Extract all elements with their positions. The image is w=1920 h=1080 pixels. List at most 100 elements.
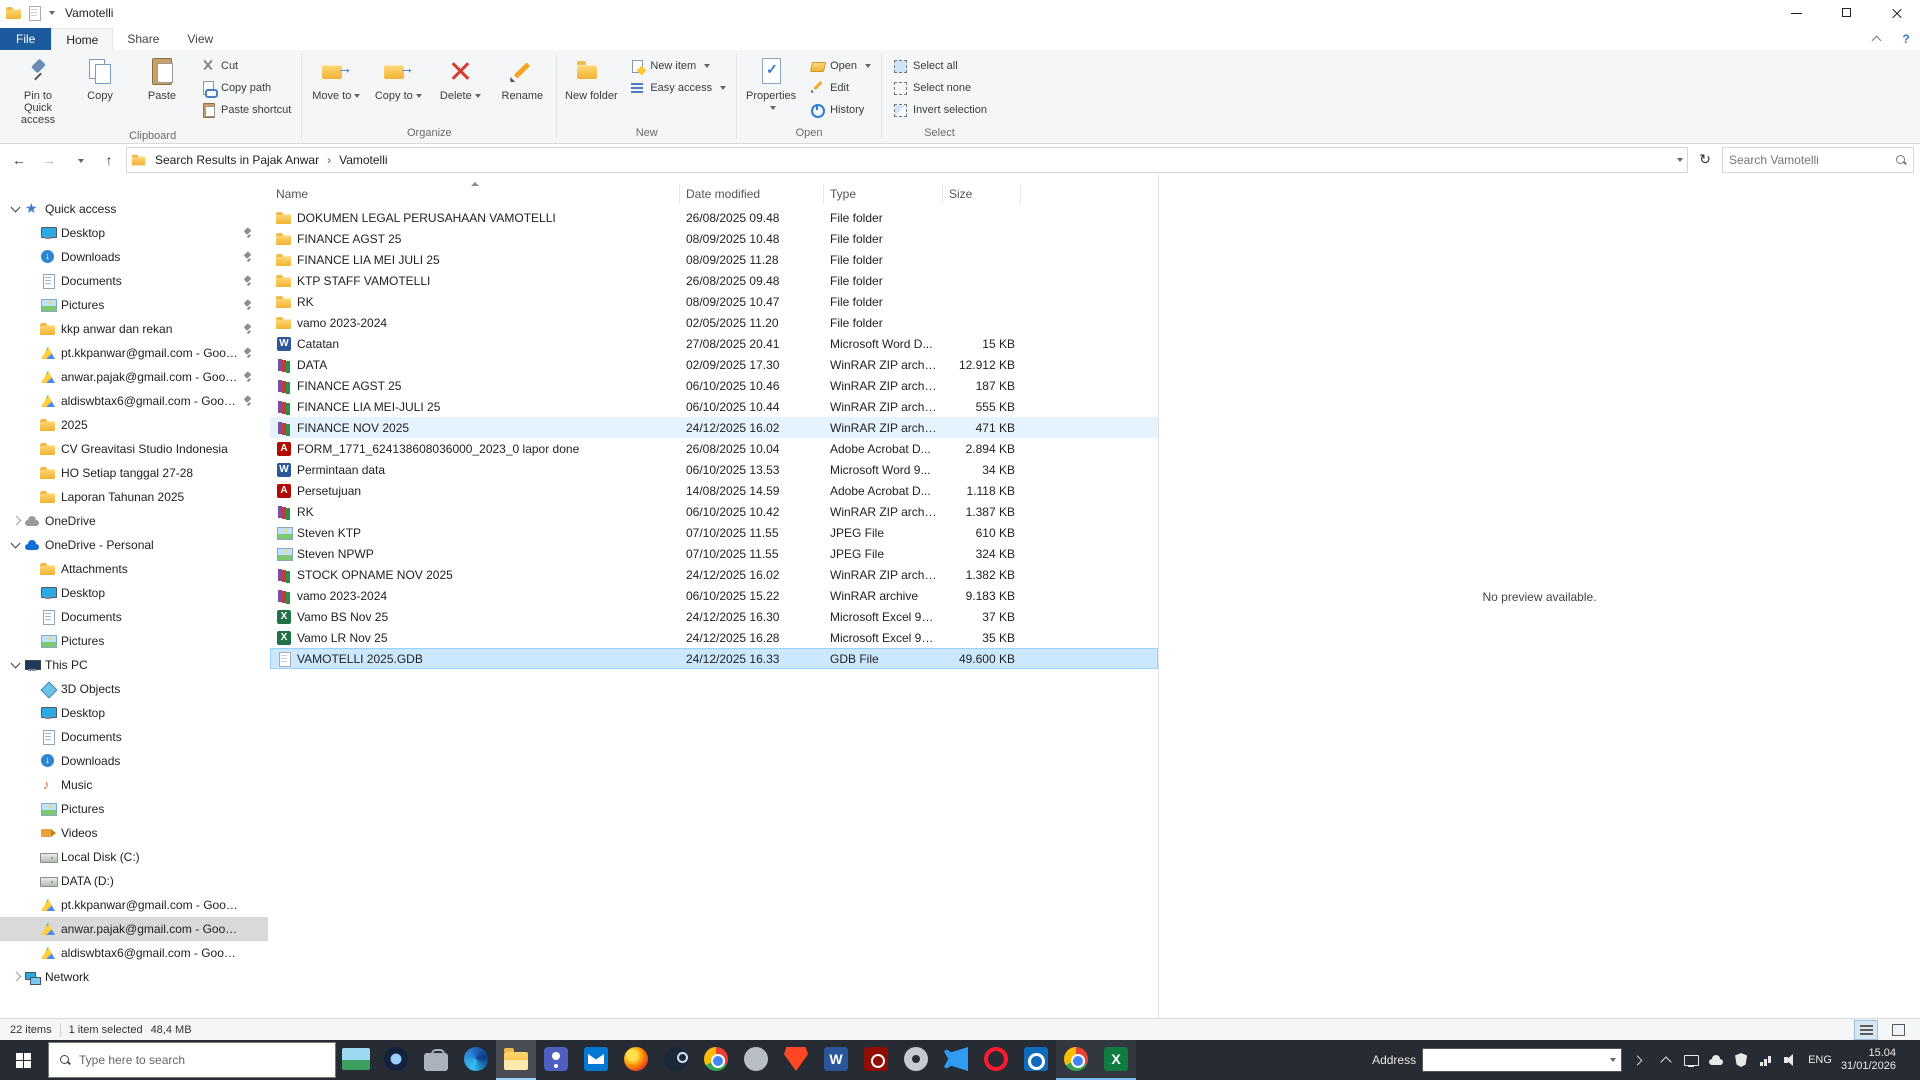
sidebar-item-pictures[interactable]: Pictures [0, 629, 268, 653]
address-bar[interactable]: Search Results in Pajak Anwar › Vamotell… [126, 147, 1688, 173]
sidebar-item-onedrive-personal[interactable]: OneDrive - Personal [0, 533, 268, 557]
column-header-type[interactable]: Type [824, 184, 943, 204]
open-button[interactable]: Open [803, 55, 877, 76]
quick-access-toolbar-button[interactable] [26, 5, 42, 21]
file-row[interactable]: RK 08/09/2025 10.47 File folder [270, 291, 1158, 312]
expander-icon[interactable] [24, 777, 40, 793]
address-dropdown-icon[interactable] [1677, 158, 1683, 162]
breadcrumb-segment-current[interactable]: Vamotelli [335, 153, 391, 167]
sidebar-item-2025[interactable]: 2025 [0, 413, 268, 437]
sidebar-item-desktop[interactable]: Desktop [0, 221, 268, 245]
expander-icon[interactable] [24, 585, 40, 601]
file-row[interactable]: Vamo BS Nov 25 24/12/2025 16.30 Microsof… [270, 606, 1158, 627]
expander-icon[interactable] [24, 465, 40, 481]
invert-selection-button[interactable]: Invert selection [886, 99, 993, 120]
tab-view[interactable]: View [173, 28, 227, 50]
minimize-button[interactable] [1774, 0, 1820, 26]
taskbar-app-button-microsoft-store[interactable] [416, 1040, 456, 1080]
expander-icon[interactable] [24, 633, 40, 649]
taskbar-app-button-opera[interactable] [976, 1040, 1016, 1080]
forward-button[interactable]: → [36, 148, 62, 172]
taskbar-search[interactable]: Type here to search [48, 1042, 336, 1078]
sidebar-item-cv-greavitasi-studio-indonesia[interactable]: CV Greavitasi Studio Indonesia [0, 437, 268, 461]
taskbar-app-button-news-widget[interactable] [336, 1040, 376, 1080]
refresh-button[interactable]: ↻ [1692, 148, 1718, 172]
pin-to-quick-access-button[interactable]: Pin to Quick access [8, 52, 68, 129]
back-button[interactable]: ← [6, 148, 32, 172]
paste-shortcut-button[interactable]: Paste shortcut [194, 99, 297, 120]
expander-icon[interactable] [24, 561, 40, 577]
taskbar-app-button-chrome[interactable] [1056, 1040, 1096, 1080]
expander-icon[interactable] [24, 249, 40, 265]
address-go-button[interactable] [1628, 1048, 1646, 1072]
taskbar-app-button-mail[interactable] [576, 1040, 616, 1080]
file-row[interactable]: Catatan 27/08/2025 20.41 Microsoft Word … [270, 333, 1158, 354]
expander-icon[interactable] [8, 969, 24, 985]
expander-icon[interactable] [24, 945, 40, 961]
onedrive-tray-icon[interactable] [1708, 1052, 1724, 1068]
taskbar-app-button-brave[interactable] [776, 1040, 816, 1080]
expander-icon[interactable] [24, 825, 40, 841]
sidebar-item-3d-objects[interactable]: 3D Objects [0, 677, 268, 701]
sidebar-item-anwar-pajak-gmail-com-googl-h[interactable]: anwar.pajak@gmail.com - Googl... (H:) [0, 917, 268, 941]
recent-locations-button[interactable] [66, 148, 92, 172]
address-toolbar-dropdown-icon[interactable] [1610, 1058, 1616, 1062]
taskbar-app-button-steam[interactable] [656, 1040, 696, 1080]
sidebar-item-laporan-tahunan-2025[interactable]: Laporan Tahunan 2025 [0, 485, 268, 509]
file-row[interactable]: FINANCE LIA MEI-JULI 25 06/10/2025 10.44… [270, 396, 1158, 417]
expander-icon[interactable] [8, 201, 24, 217]
expander-icon[interactable] [24, 921, 40, 937]
file-row[interactable]: Persetujuan 14/08/2025 14.59 Adobe Acrob… [270, 480, 1158, 501]
rename-button[interactable]: Rename [492, 52, 552, 118]
file-row[interactable]: FINANCE AGST 25 08/09/2025 10.48 File fo… [270, 228, 1158, 249]
close-button[interactable] [1874, 0, 1920, 26]
sidebar-item-pictures[interactable]: Pictures [0, 293, 268, 317]
taskbar-app-button-settings[interactable] [896, 1040, 936, 1080]
copy-button[interactable]: Copy [70, 52, 130, 118]
expander-icon[interactable] [24, 609, 40, 625]
tab-share[interactable]: Share [113, 28, 173, 50]
sidebar-item-desktop[interactable]: Desktop [0, 701, 268, 725]
address-toolbar-input[interactable] [1428, 1053, 1607, 1067]
sidebar-item-desktop[interactable]: Desktop [0, 581, 268, 605]
sidebar-item-onedrive[interactable]: OneDrive [0, 509, 268, 533]
breadcrumb-segment-search-results[interactable]: Search Results in Pajak Anwar [151, 153, 323, 167]
move-to-button[interactable]: Move to [306, 52, 366, 118]
column-header-name[interactable]: Name [270, 184, 680, 204]
sidebar-item-this-pc[interactable]: This PC [0, 653, 268, 677]
file-row[interactable]: Permintaan data 06/10/2025 13.53 Microso… [270, 459, 1158, 480]
sidebar-item-aldiswbtax6-gmail-com-googl[interactable]: aldiswbtax6@gmail.com - Googl... [0, 389, 268, 413]
volume-tray-icon[interactable] [1783, 1052, 1799, 1068]
file-row[interactable]: Steven KTP 07/10/2025 11.55 JPEG File 61… [270, 522, 1158, 543]
taskbar-app-button-excel[interactable] [1096, 1040, 1136, 1080]
sidebar-item-downloads[interactable]: Downloads [0, 245, 268, 269]
expander-icon[interactable] [24, 321, 40, 337]
new-folder-button[interactable]: New folder [561, 52, 621, 118]
expander-icon[interactable] [24, 369, 40, 385]
taskbar-app-button-firefox[interactable] [616, 1040, 656, 1080]
hidden-icons-chevron[interactable] [1658, 1052, 1674, 1068]
expander-icon[interactable] [24, 753, 40, 769]
taskbar-app-button-acrobat[interactable] [856, 1040, 896, 1080]
expander-icon[interactable] [24, 681, 40, 697]
sidebar-item-pt-kkpanwar-gmail-com-googl[interactable]: pt.kkpanwar@gmail.com - Googl... [0, 341, 268, 365]
taskbar-app-button-edge[interactable] [456, 1040, 496, 1080]
search-input[interactable] [1729, 153, 1895, 167]
sidebar-item-data-d[interactable]: DATA (D:) [0, 869, 268, 893]
select-none-button[interactable]: Select none [886, 77, 993, 98]
sidebar-item-network[interactable]: Network [0, 965, 268, 989]
expander-icon[interactable] [24, 297, 40, 313]
file-row[interactable]: Steven NPWP 07/10/2025 11.55 JPEG File 3… [270, 543, 1158, 564]
large-icons-view-button[interactable] [1886, 1020, 1910, 1040]
expander-icon[interactable] [24, 705, 40, 721]
file-row[interactable]: vamo 2023-2024 02/05/2025 11.20 File fol… [270, 312, 1158, 333]
customize-quick-access-icon[interactable] [49, 11, 55, 15]
expander-icon[interactable] [8, 537, 24, 553]
taskbar-app-button-word[interactable] [816, 1040, 856, 1080]
clock[interactable]: 15.04 31/01/2026 [1841, 1047, 1896, 1073]
expander-icon[interactable] [24, 225, 40, 241]
expander-icon[interactable] [8, 513, 24, 529]
expander-icon[interactable] [24, 417, 40, 433]
taskbar-app-button-file-explorer[interactable] [496, 1040, 536, 1080]
expander-icon[interactable] [24, 873, 40, 889]
